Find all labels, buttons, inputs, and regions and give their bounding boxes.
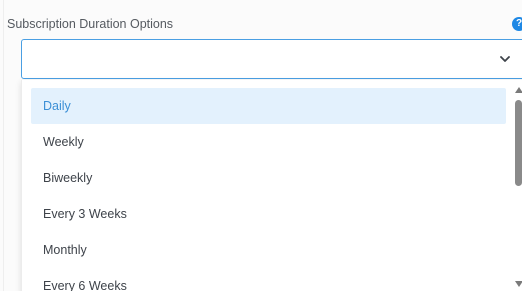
option-daily[interactable]: Daily <box>31 88 506 124</box>
option-monthly[interactable]: Monthly <box>31 232 506 268</box>
option-weekly[interactable]: Weekly <box>31 124 506 160</box>
option-biweekly[interactable]: Biweekly <box>31 160 506 196</box>
panel-divider <box>3 0 4 291</box>
field-label: Subscription Duration Options <box>7 17 174 31</box>
subscription-duration-field: Subscription Duration Options ? Daily We… <box>0 0 522 291</box>
help-icon[interactable]: ? <box>512 17 522 31</box>
scrollbar-thumb[interactable] <box>515 100 522 186</box>
scroll-down-arrow-icon[interactable] <box>514 280 522 288</box>
chevron-down-icon[interactable] <box>498 52 512 66</box>
duration-select[interactable] <box>21 39 522 79</box>
scroll-up-arrow-icon[interactable] <box>514 86 522 94</box>
option-every-3-weeks[interactable]: Every 3 Weeks <box>31 196 506 232</box>
options-list: Daily Weekly Biweekly Every 3 Weeks Mont… <box>31 88 506 291</box>
dropdown-menu: Daily Weekly Biweekly Every 3 Weeks Mont… <box>21 80 522 291</box>
option-every-6-weeks[interactable]: Every 6 Weeks <box>31 268 506 291</box>
